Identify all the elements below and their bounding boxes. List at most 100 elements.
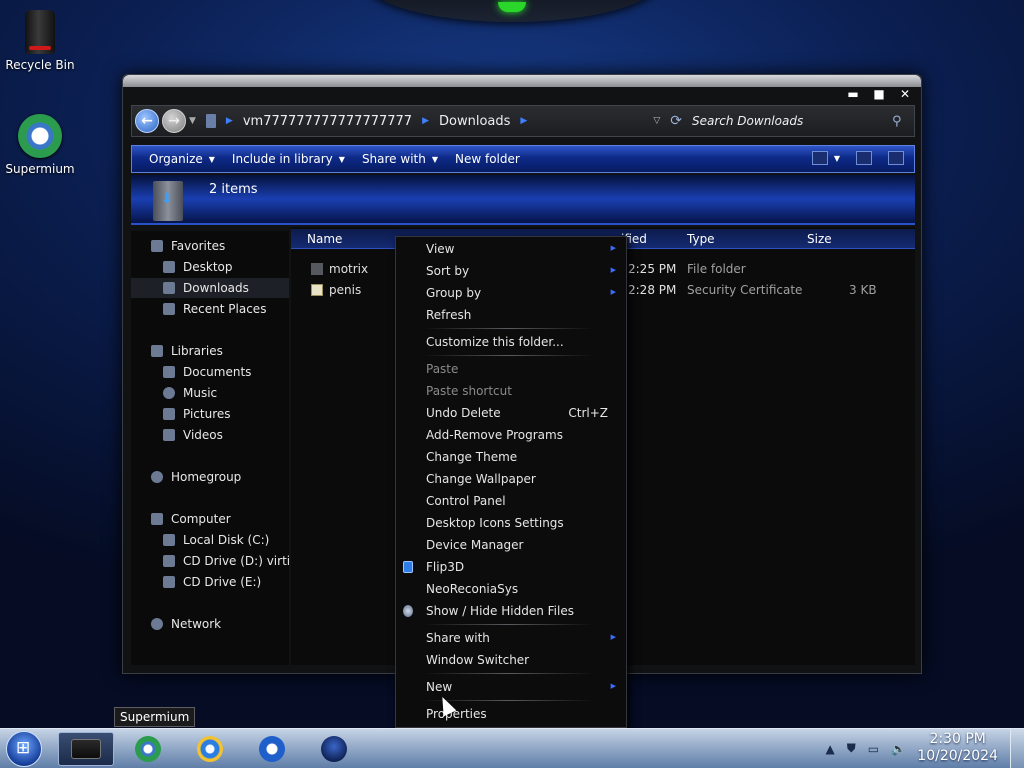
menu-item-device-manager[interactable]: Device Manager <box>396 535 628 555</box>
search-icon[interactable]: ⚲ <box>892 114 914 129</box>
nav-label: Recent Places <box>183 302 267 316</box>
close-button[interactable]: ✕ <box>899 87 911 101</box>
menu-item-neoreconiasys[interactable]: NeoReconiaSys <box>396 579 628 599</box>
change-view-icon[interactable] <box>811 151 828 165</box>
nav-recent-places[interactable]: Recent Places <box>131 299 289 319</box>
menu-item-show-hide-hidden-files[interactable]: Show / Hide Hidden Files <box>396 601 628 621</box>
menu-separator <box>424 355 594 356</box>
new-folder-button[interactable]: New folder <box>455 152 520 166</box>
desktop-icon-supermium[interactable]: Supermium <box>0 114 80 176</box>
show-hidden-icons-icon[interactable]: ▲ <box>825 742 834 756</box>
nav-homegroup[interactable]: Homegroup <box>131 467 289 487</box>
menu-item-new[interactable]: New ▶ <box>396 677 628 697</box>
menu-item-refresh[interactable]: Refresh <box>396 305 628 325</box>
chevron-right-icon[interactable]: ▶ <box>520 116 527 126</box>
breadcrumb-downloads[interactable]: Downloads <box>439 114 510 129</box>
menu-item-add-remove-programs[interactable]: Add-Remove Programs <box>396 425 628 445</box>
menu-item-group-by[interactable]: Group by ▶ <box>396 283 628 303</box>
refresh-icon[interactable]: ⟳ <box>670 113 682 129</box>
column-size[interactable]: Size <box>807 232 832 246</box>
nav-local-disk[interactable]: Local Disk (C:) <box>131 530 289 550</box>
share-with-button[interactable]: Share with ▼ <box>362 152 438 166</box>
network-icon[interactable]: ▭ <box>868 742 879 756</box>
desktop-icon-recycle-bin[interactable]: Recycle Bin <box>0 10 80 72</box>
homegroup-icon <box>151 471 163 483</box>
menu-label: Change Wallpaper <box>426 472 536 486</box>
menu-item-properties[interactable]: Properties <box>396 704 628 724</box>
menu-item-customize[interactable]: Customize this folder... <box>396 332 628 352</box>
caret-down-icon[interactable]: ▼ <box>834 154 840 163</box>
menu-label: View <box>426 242 455 256</box>
menu-label: Change Theme <box>426 450 518 464</box>
menu-item-desktop-icons-settings[interactable]: Desktop Icons Settings <box>396 513 628 533</box>
menu-item-control-panel[interactable]: Control Panel <box>396 491 628 511</box>
taskbar-app-explorer[interactable] <box>58 732 114 766</box>
show-desktop-button[interactable] <box>1010 729 1024 768</box>
taskbar-app-other[interactable] <box>306 732 362 766</box>
nav-label: Libraries <box>171 344 223 358</box>
volume-icon[interactable]: 🔈 <box>891 742 906 756</box>
help-icon[interactable] <box>888 151 904 165</box>
shield-icon[interactable]: ⛊ <box>847 741 856 756</box>
menu-item-paste[interactable]: Paste <box>396 359 628 379</box>
menu-item-window-switcher[interactable]: Window Switcher <box>396 650 628 670</box>
downloads-icon <box>163 282 175 294</box>
menu-item-undo-delete[interactable]: Undo Delete Ctrl+Z <box>396 403 628 423</box>
minimize-button[interactable]: ▬ <box>847 87 859 101</box>
maximize-button[interactable]: ■ <box>873 87 885 101</box>
nav-label: Computer <box>171 512 231 526</box>
nav-pictures[interactable]: Pictures <box>131 404 289 424</box>
taskbar-app-ie[interactable] <box>182 732 238 766</box>
menu-separator <box>424 673 594 674</box>
taskbar-app-supermium[interactable] <box>120 732 176 766</box>
menu-label: Add-Remove Programs <box>426 428 563 442</box>
file-size: 3 KB <box>849 283 877 297</box>
nav-desktop[interactable]: Desktop <box>131 257 289 277</box>
taskbar: ▲ ⛊ ▭ 🔈 2:30 PM 10/20/2024 <box>0 728 1024 768</box>
nav-network[interactable]: Network <box>131 614 289 634</box>
nav-videos[interactable]: Videos <box>131 425 289 445</box>
documents-icon <box>163 366 175 378</box>
preview-pane-icon[interactable] <box>856 151 872 165</box>
column-type[interactable]: Type <box>687 232 715 246</box>
nav-label: Pictures <box>183 407 231 421</box>
breadcrumb-computer[interactable]: vm777777777777777777 <box>243 114 412 129</box>
menu-item-change-wallpaper[interactable]: Change Wallpaper <box>396 469 628 489</box>
address-dropdown-icon[interactable]: ▽ <box>653 116 660 126</box>
nav-documents[interactable]: Documents <box>131 362 289 382</box>
menu-item-flip3d[interactable]: Flip3D <box>396 557 628 577</box>
nav-computer[interactable]: Computer <box>131 509 289 529</box>
include-in-library-button[interactable]: Include in library ▼ <box>232 152 345 166</box>
menu-item-share-with[interactable]: Share with ▶ <box>396 628 628 648</box>
videos-icon <box>163 429 175 441</box>
file-type: File folder <box>687 262 746 276</box>
search-input[interactable]: Search Downloads <box>692 114 892 128</box>
menu-item-view[interactable]: View ▶ <box>396 239 628 259</box>
column-name[interactable]: Name <box>307 232 342 246</box>
menu-item-sort-by[interactable]: Sort by ▶ <box>396 261 628 281</box>
taskbar-app-media-player[interactable] <box>244 732 300 766</box>
system-tray: ▲ ⛊ ▭ 🔈 <box>825 741 906 756</box>
nav-label: Documents <box>183 365 252 379</box>
caret-down-icon: ▼ <box>338 154 345 164</box>
menu-item-paste-shortcut[interactable]: Paste shortcut <box>396 381 628 401</box>
chevron-right-icon[interactable]: ▶ <box>422 116 429 126</box>
back-button[interactable]: ← <box>135 109 159 133</box>
submenu-arrow-icon: ▶ <box>610 633 616 641</box>
items-count: 2 items <box>209 182 258 197</box>
organize-button[interactable]: Organize ▼ <box>149 152 215 166</box>
start-button[interactable] <box>6 731 42 767</box>
forward-button[interactable]: → <box>162 109 186 133</box>
nav-downloads[interactable]: Downloads <box>131 278 289 298</box>
recent-pages-dropdown[interactable]: ▼ <box>189 116 196 126</box>
nav-cd-drive-e[interactable]: CD Drive (E:) <box>131 572 289 592</box>
chevron-right-icon[interactable]: ▶ <box>226 116 233 126</box>
nav-music[interactable]: Music <box>131 383 289 403</box>
nav-cd-drive-d[interactable]: CD Drive (D:) virtio-w <box>131 551 289 571</box>
nav-libraries[interactable]: Libraries <box>131 341 289 361</box>
menu-label: Control Panel <box>426 494 506 508</box>
menu-item-change-theme[interactable]: Change Theme <box>396 447 628 467</box>
nav-favorites[interactable]: Favorites <box>131 236 289 256</box>
clock[interactable]: 2:30 PM 10/20/2024 <box>917 731 998 765</box>
submenu-arrow-icon: ▶ <box>610 244 616 252</box>
